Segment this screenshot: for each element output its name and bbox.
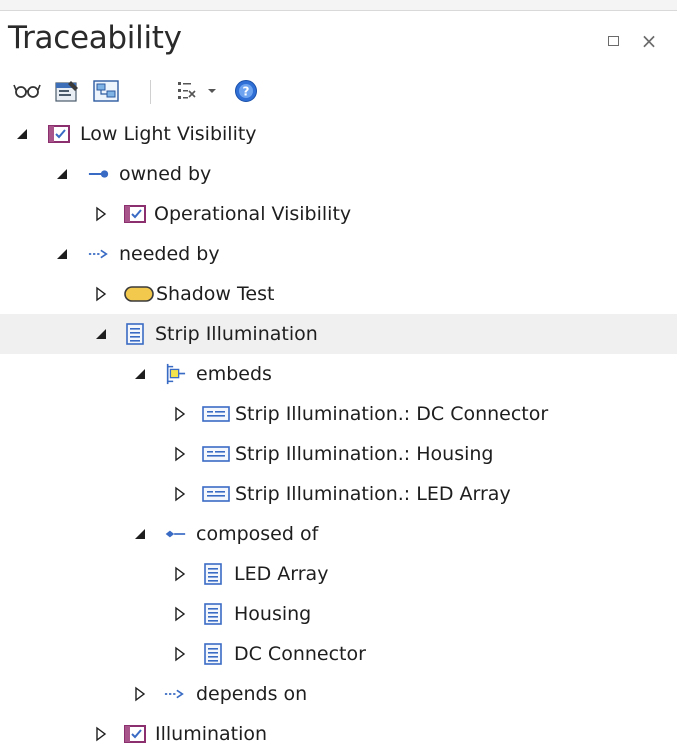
properties-icon	[55, 81, 78, 102]
tree-node-label: DC Connector	[234, 643, 366, 665]
tree-node-label: needed by	[119, 243, 220, 265]
help-icon: ?	[235, 80, 257, 102]
block-icon	[202, 603, 224, 625]
composition-connector-icon	[164, 523, 186, 545]
tree-node-label: Housing	[234, 603, 312, 625]
expanded-triangle-icon[interactable]	[14, 126, 30, 142]
diagram-icon	[93, 80, 119, 102]
properties-button[interactable]	[52, 78, 82, 104]
tree-node-label: LED Array	[234, 563, 329, 585]
tree-node[interactable]: needed by	[0, 234, 677, 274]
part-icon	[202, 403, 230, 425]
tree-node-label: Operational Visibility	[154, 203, 352, 225]
close-window-button[interactable]: ×	[638, 30, 660, 52]
part-icon	[202, 483, 230, 505]
tree-node[interactable]: Illumination	[0, 714, 677, 754]
window-titlebar: Traceability ×	[0, 14, 677, 68]
tree-node-label: Illumination	[155, 723, 268, 745]
collapsed-triangle-icon[interactable]	[132, 686, 148, 702]
block-icon	[202, 643, 224, 665]
show-in-diagram-button[interactable]	[90, 78, 122, 104]
tree-node-label: Strip Illumination.: DC Connector	[235, 403, 549, 425]
collapsed-triangle-icon[interactable]	[172, 486, 188, 502]
svg-text:?: ?	[243, 85, 250, 99]
restore-window-button[interactable]	[603, 30, 625, 52]
requirement-icon	[48, 123, 70, 145]
tree-node[interactable]: Strip Illumination.: DC Connector	[0, 394, 677, 434]
requirement-icon	[124, 723, 146, 745]
filter-button[interactable]	[174, 78, 200, 104]
collapsed-triangle-icon[interactable]	[172, 646, 188, 662]
collapsed-triangle-icon[interactable]	[172, 446, 188, 462]
expanded-triangle-icon[interactable]	[132, 526, 148, 542]
collapsed-triangle-icon[interactable]	[172, 566, 188, 582]
tree-node[interactable]: Shadow Test	[0, 274, 677, 314]
tree-node-label: embeds	[196, 363, 272, 385]
collapsed-triangle-icon[interactable]	[172, 606, 188, 622]
ownership-connector-icon	[88, 163, 110, 185]
embedding-connector-icon	[164, 363, 186, 385]
expanded-triangle-icon[interactable]	[54, 166, 70, 182]
expanded-triangle-icon[interactable]	[132, 366, 148, 382]
expanded-triangle-icon[interactable]	[93, 326, 109, 342]
toolbar: ?	[0, 72, 677, 112]
help-button[interactable]: ?	[233, 78, 259, 104]
tree-node-label: composed of	[196, 523, 319, 545]
tree-node-label: Strip Illumination	[155, 323, 318, 345]
expanded-triangle-icon[interactable]	[54, 246, 70, 262]
filter-list-icon	[178, 82, 196, 99]
tree-node-selected[interactable]: Strip Illumination	[0, 314, 677, 354]
tree-node[interactable]: owned by	[0, 154, 677, 194]
tree-node[interactable]: Strip Illumination.: LED Array	[0, 474, 677, 514]
tree-node[interactable]: DC Connector	[0, 634, 677, 674]
requirement-icon	[124, 203, 146, 225]
collapsed-triangle-icon[interactable]	[93, 206, 109, 222]
tree-node-label: owned by	[119, 163, 212, 185]
toolbar-separator	[150, 80, 151, 104]
tree-node[interactable]: Low Light Visibility	[0, 114, 677, 154]
locate-in-browser-button[interactable]	[12, 78, 42, 104]
glasses-icon	[13, 84, 41, 98]
dependency-connector-icon	[88, 243, 110, 265]
window-title: Traceability	[8, 20, 182, 56]
block-icon	[202, 563, 224, 585]
collapsed-triangle-icon[interactable]	[93, 286, 109, 302]
tree-node[interactable]: Strip Illumination.: Housing	[0, 434, 677, 474]
tree-node-label: Strip Illumination.: LED Array	[235, 483, 511, 505]
test-case-icon	[124, 283, 154, 305]
block-icon	[124, 323, 146, 345]
collapsed-triangle-icon[interactable]	[93, 726, 109, 742]
restore-icon	[608, 36, 619, 46]
tree-node[interactable]: LED Array	[0, 554, 677, 594]
dependency-connector-icon	[164, 683, 186, 705]
tree-node-label: depends on	[196, 683, 308, 705]
filter-dropdown-button[interactable]	[204, 78, 220, 104]
tree-node-label: Shadow Test	[156, 283, 275, 305]
tree-node-label: Low Light Visibility	[80, 123, 257, 145]
part-icon	[202, 443, 230, 465]
tree-node[interactable]: Operational Visibility	[0, 194, 677, 234]
previous-panel-edge	[0, 0, 677, 11]
tree-node[interactable]: depends on	[0, 674, 677, 714]
tree-node[interactable]: Housing	[0, 594, 677, 634]
tree-node-label: Strip Illumination.: Housing	[235, 443, 494, 465]
collapsed-triangle-icon[interactable]	[172, 406, 188, 422]
tree-node[interactable]: embeds	[0, 354, 677, 394]
tree-node[interactable]: composed of	[0, 514, 677, 554]
dropdown-arrow-icon	[208, 89, 216, 93]
